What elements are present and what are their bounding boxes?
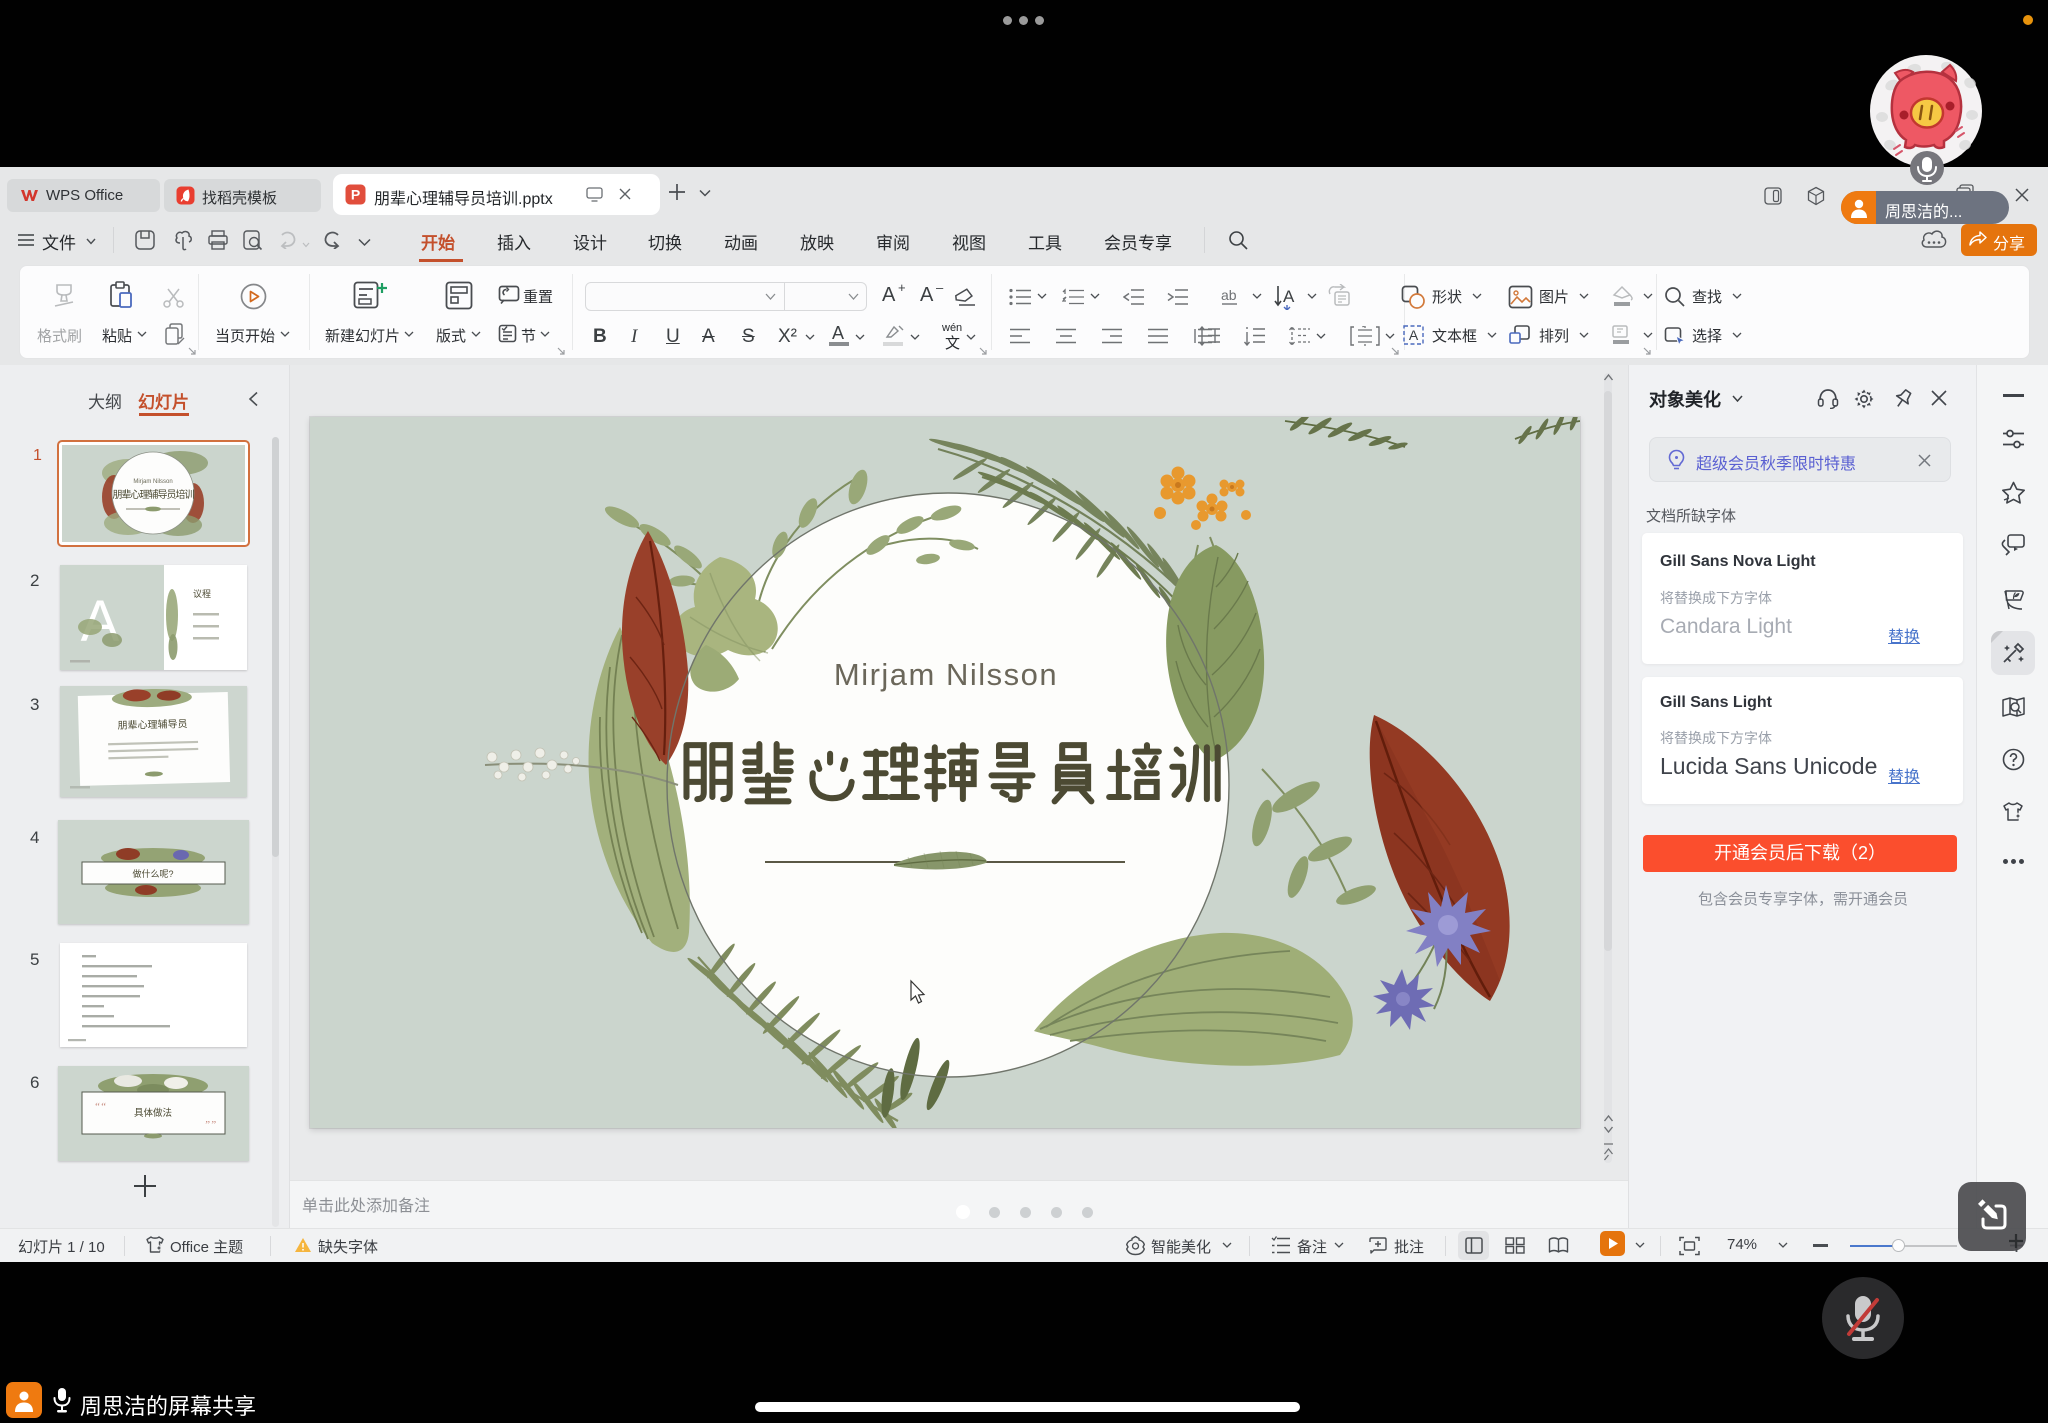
svg-text:””: ”” <box>204 1119 216 1131</box>
svg-text:A: A <box>1283 287 1295 306</box>
svg-text:朋辈心理辅导员培训: 朋辈心理辅导员培训 <box>113 488 195 501</box>
svg-text:““: ““ <box>94 1101 106 1113</box>
svg-text:ab: ab <box>1221 288 1237 303</box>
svg-text:Mirjam Nilsson: Mirjam Nilsson <box>834 657 1058 692</box>
svg-text:A: A <box>1409 327 1419 343</box>
svg-text:议程: 议程 <box>193 589 211 599</box>
svg-text:Mirjam Nilsson: Mirjam Nilsson <box>133 479 172 485</box>
svg-text:具体做法: 具体做法 <box>134 1107 172 1119</box>
svg-text:做什么呢?: 做什么呢? <box>132 868 173 879</box>
svg-text:P: P <box>351 187 360 203</box>
